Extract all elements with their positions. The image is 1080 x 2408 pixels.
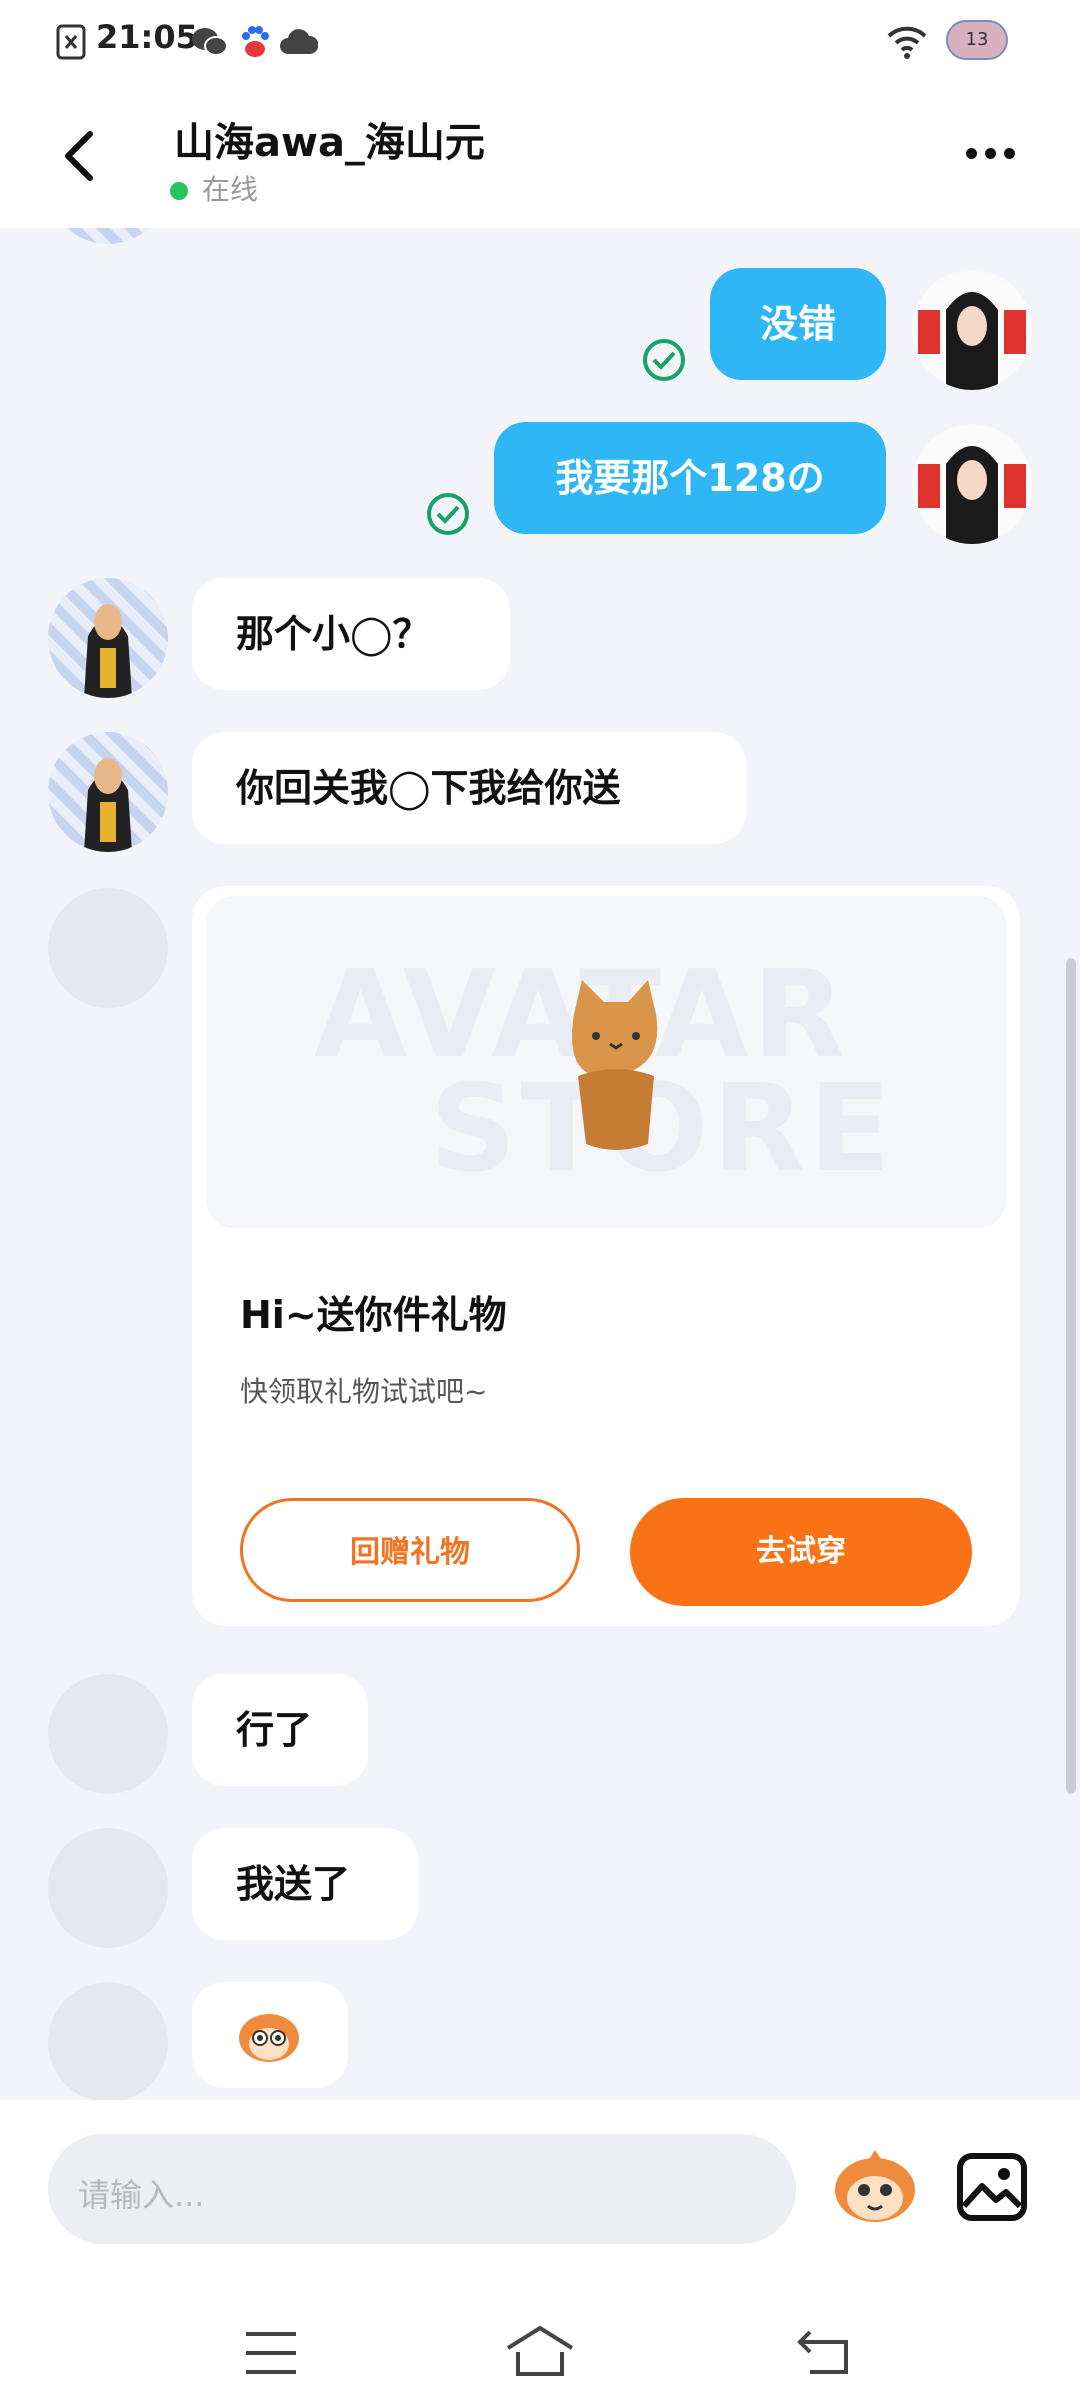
avatar-self[interactable] [912, 424, 1032, 544]
avatar-other-partial[interactable] [48, 228, 168, 244]
avatar-placeholder[interactable] [48, 888, 168, 1008]
home-icon[interactable] [504, 2324, 576, 2378]
fish-badge-count: 13 [965, 29, 989, 50]
gift-image[interactable]: AVATAR STORE [206, 896, 1006, 1228]
gift-card[interactable]: AVATAR STORE Hi~送你件礼物 快领取礼物试试吧~ 回赠礼物 去试穿 [192, 886, 1020, 1626]
gift-card-subtitle: 快领取礼物试试吧~ [240, 1375, 488, 1408]
more-dot-icon [1004, 148, 1015, 159]
back-nav-icon[interactable] [796, 2328, 852, 2376]
more-dot-icon [966, 148, 977, 159]
return-gift-button[interactable]: 回赠礼物 [240, 1498, 580, 1602]
more-dot-icon [985, 148, 996, 159]
message-bubble-sticker[interactable] [192, 1982, 348, 2088]
try-on-button[interactable]: 去试穿 [630, 1498, 972, 1606]
message-list[interactable]: 没错 我要那个128の 那个小◯？ 你回关我◯下我给你送 AVATAR STOR… [0, 228, 1080, 2100]
chat-header: 山海awa_海山元 在线 [0, 84, 1080, 228]
avatar-placeholder[interactable] [48, 1674, 168, 1794]
wechat-icon [192, 28, 228, 56]
scrollbar[interactable] [1066, 958, 1076, 1794]
monkey-face-sticker-icon [239, 2014, 299, 2062]
online-status: 在线 [170, 168, 258, 208]
message-bubble-sent[interactable]: 没错 [710, 268, 886, 380]
status-bar: 21:05 13 [0, 0, 1080, 84]
avatar-self[interactable] [912, 270, 1032, 390]
message-bubble-received[interactable]: 那个小◯？ [192, 578, 510, 690]
read-check-icon [426, 492, 470, 536]
gift-card-title: Hi~送你件礼物 [240, 1293, 507, 1337]
sim-icon [56, 24, 86, 60]
online-status-label: 在线 [202, 173, 259, 206]
image-icon[interactable] [956, 2152, 1028, 2222]
message-bubble-received[interactable]: 行了 [192, 1674, 368, 1786]
read-check-icon [642, 338, 686, 382]
cat-plush-icon [572, 980, 658, 1150]
chat-title: 山海awa_海山元 [174, 120, 485, 166]
emoji-monkey-icon[interactable] [830, 2146, 920, 2226]
menu-icon[interactable] [244, 2330, 298, 2376]
fish-badge-icon: 13 [946, 20, 1008, 60]
more-options-button[interactable] [966, 144, 1023, 163]
message-bubble-sent[interactable]: 我要那个128の [494, 422, 886, 534]
message-input-placeholder: 请输入... [78, 2176, 205, 2214]
status-time: 21:05 [96, 18, 198, 56]
message-bubble-received[interactable]: 你回关我◯下我给你送 [192, 732, 746, 844]
avatar-placeholder[interactable] [48, 1828, 168, 1948]
system-nav-bar [0, 2300, 1080, 2408]
avatar-other[interactable] [48, 732, 168, 852]
message-bubble-received[interactable]: 我送了 [192, 1828, 418, 1940]
bottom-bar: 请输入... [0, 2100, 1080, 2408]
online-dot-icon [170, 182, 188, 200]
cloud-icon [280, 29, 318, 54]
back-arrow-icon[interactable] [54, 126, 106, 186]
baidu-paw-icon [242, 26, 269, 57]
wifi-icon [887, 26, 927, 59]
avatar-other[interactable] [48, 578, 168, 698]
avatar-placeholder[interactable] [48, 1982, 168, 2100]
message-input[interactable]: 请输入... [48, 2134, 796, 2244]
